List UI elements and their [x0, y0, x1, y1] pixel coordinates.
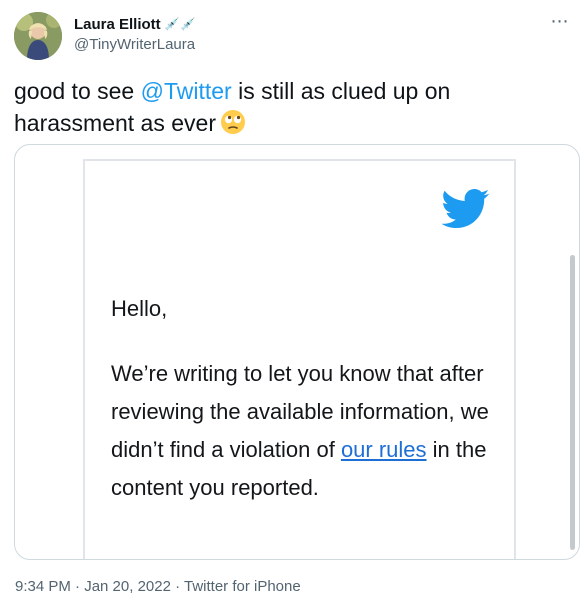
tweet-timestamp[interactable]: 9:34 PM · Jan 20, 2022 · Twitter for iPh…: [15, 578, 301, 595]
tweet-header: Laura Elliott 💉💉 @TinyWriterLaura ⋯: [14, 12, 574, 62]
display-name[interactable]: Laura Elliott: [74, 15, 161, 35]
face-with-rolling-eyes-icon: [220, 109, 246, 143]
scrollbar: [570, 255, 575, 550]
tweet-text-prefix: good to see: [14, 78, 141, 104]
avatar[interactable]: [14, 12, 62, 60]
email-screenshot: Hello, We’re writing to let you know tha…: [83, 159, 516, 559]
email-body: We’re writing to let you know that after…: [111, 355, 501, 507]
syringe-icon: 💉💉: [164, 17, 197, 31]
more-options-icon[interactable]: ⋯: [548, 12, 572, 34]
our-rules-link: our rules: [340, 437, 427, 462]
handle[interactable]: @TinyWriterLaura: [74, 35, 197, 55]
email-greeting: Hello,: [111, 296, 168, 321]
tweet-image[interactable]: Hello, We’re writing to let you know tha…: [14, 144, 580, 560]
author-names: Laura Elliott 💉💉 @TinyWriterLaura: [74, 15, 197, 55]
tweet-text: good to see @Twitter is still as clued u…: [14, 75, 574, 143]
mention-link[interactable]: @Twitter: [141, 78, 232, 104]
twitter-bird-icon: [441, 189, 490, 234]
